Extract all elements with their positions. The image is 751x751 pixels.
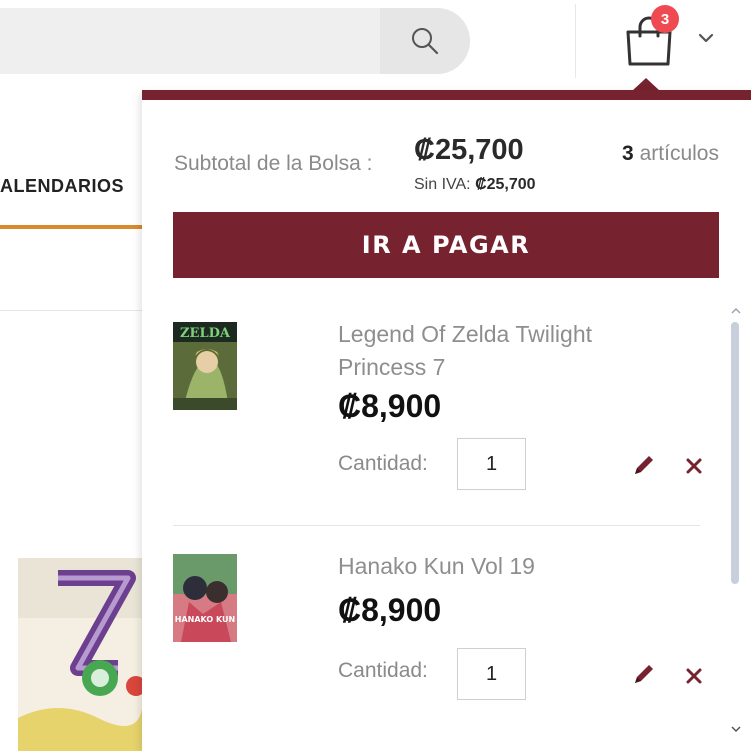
thumbnail-title: HANAKO KUN <box>175 615 235 624</box>
cart-item: ZELDA Legend Of Zelda Twilight Princess … <box>142 296 732 526</box>
cart-count-badge: 3 <box>651 5 679 33</box>
product-price: ₡8,900 <box>338 592 442 628</box>
nav-item-calendarios[interactable]: ALENDARIOS <box>0 176 124 197</box>
product-image[interactable] <box>18 558 142 751</box>
mini-cart-dropdown: Subtotal de la Bolsa : ₡25,700 Sin IVA: … <box>142 90 751 751</box>
close-icon[interactable] <box>684 666 704 686</box>
chevron-down-icon[interactable] <box>697 31 715 45</box>
product-thumbnail[interactable]: ZELDA <box>173 322 237 410</box>
tax-line: Sin IVA: ₡25,700 <box>414 176 536 194</box>
thumbnail-title: ZELDA <box>180 326 231 341</box>
quantity-label: Cantidad: <box>338 659 428 682</box>
product-name[interactable]: Legend Of Zelda Twilight Princess 7 <box>338 318 678 384</box>
tax-amount: ₡25,700 <box>475 176 536 193</box>
search-icon <box>412 28 439 55</box>
cart-items-list: ZELDA Legend Of Zelda Twilight Princess … <box>142 296 751 751</box>
close-icon[interactable] <box>684 456 704 476</box>
pencil-icon[interactable] <box>632 453 656 477</box>
quantity-label: Cantidad: <box>338 452 428 475</box>
search-button[interactable] <box>380 8 470 74</box>
product-name[interactable]: Hanako Kun Vol 19 <box>338 550 678 583</box>
subtotal-label: Subtotal de la Bolsa : <box>174 152 373 175</box>
product-thumbnail[interactable]: HANAKO KUN <box>173 554 237 642</box>
items-count-label: artículos <box>639 142 719 165</box>
items-count-number: 3 <box>621 142 634 165</box>
tax-label: Sin IVA: <box>414 176 471 193</box>
subtotal-amount: ₡25,700 <box>414 134 524 166</box>
cart-item: HANAKO KUN Hanako Kun Vol 19 ₡8,900 Cant… <box>142 536 732 751</box>
checkout-button[interactable]: IR A PAGAR <box>173 212 719 278</box>
scroll-down-arrow[interactable] <box>730 724 742 734</box>
scrollbar-thumb[interactable] <box>731 322 739 584</box>
nav-active-underline <box>0 225 142 229</box>
pencil-icon[interactable] <box>632 662 656 686</box>
header-divider <box>575 4 576 78</box>
items-count: 3 artículos <box>622 142 719 166</box>
quantity-input[interactable] <box>457 438 526 490</box>
product-price: ₡8,900 <box>338 388 442 424</box>
content-divider <box>0 310 142 311</box>
item-divider <box>173 525 700 526</box>
scroll-up-arrow[interactable] <box>730 306 742 316</box>
quantity-input[interactable] <box>457 648 526 700</box>
